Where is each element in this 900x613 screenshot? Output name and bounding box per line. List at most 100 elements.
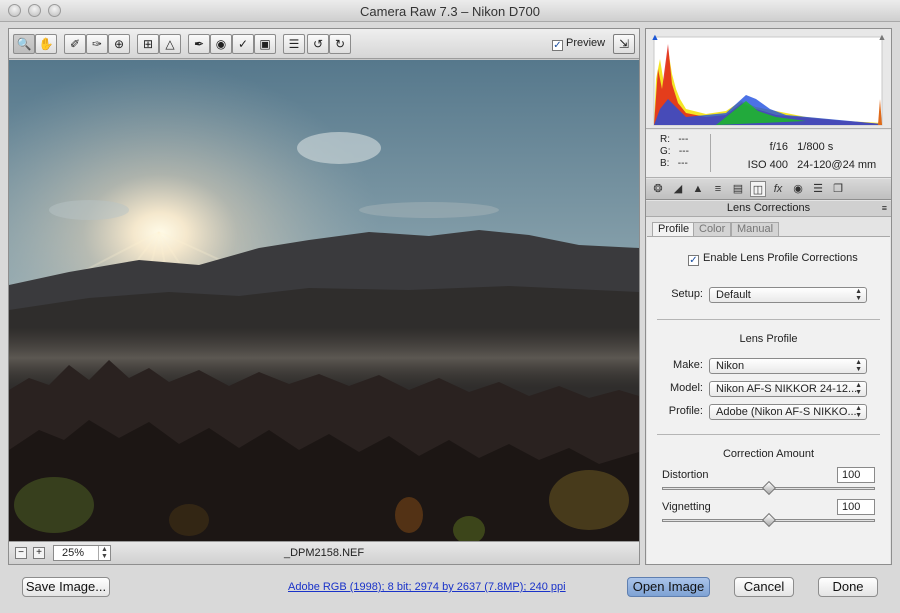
color-sampler-tool-icon[interactable]: ✑ [86, 34, 108, 54]
status-bar: − + 25% ▲ ▼ _DPM2158.NEF [9, 541, 639, 564]
main-area: 🔍 ✋ ✐ ✑ ⊕ ⊞ △ ✒ ◉ ✓ ▣ ☰ ↺ ↻ ✓Preview ⇲ [0, 22, 900, 613]
targeted-adjustment-tool-icon[interactable]: ⊕ [108, 34, 130, 54]
white-balance-tool-icon[interactable]: ✐ [64, 34, 86, 54]
save-image-button[interactable]: Save Image... [22, 577, 110, 597]
snapshots-icon[interactable]: ❐ [830, 181, 846, 197]
presets-icon[interactable]: ☰ [810, 181, 826, 197]
b-label: B: [660, 158, 670, 169]
make-label: Make: [673, 359, 703, 371]
adjustment-brush-tool-icon[interactable]: ✓ [232, 34, 254, 54]
panel-title: Lens Corrections [726, 202, 811, 214]
vignetting-input[interactable]: 100 [837, 499, 875, 515]
graduated-filter-tool-icon[interactable]: ▣ [254, 34, 276, 54]
cancel-button[interactable]: Cancel [734, 577, 794, 597]
camera-calibration-icon[interactable]: ◉ [790, 181, 806, 197]
profile-value: Adobe (Nikon AF-S NIKKO... [716, 406, 857, 418]
setup-select[interactable]: Default ▲ ▼ [709, 287, 867, 303]
tone-curve-icon[interactable]: ◢ [670, 181, 686, 197]
readout-info: R: --- G: --- B: --- f/16 1/800 s ISO 40… [646, 130, 891, 178]
setup-value: Default [716, 289, 751, 301]
distortion-slider-thumb[interactable] [761, 480, 777, 496]
model-select[interactable]: Nikon AF-S NIKKOR 24-12... ▲ ▼ [709, 381, 867, 397]
enable-profile-label: Enable Lens Profile Corrections [703, 252, 858, 264]
window-title: Camera Raw 7.3 – Nikon D700 [360, 4, 540, 19]
shadow-clipping-warning-icon[interactable]: ▲ [648, 31, 662, 43]
zoom-in-button[interactable]: + [33, 547, 45, 559]
profile-select[interactable]: Adobe (Nikon AF-S NIKKO... ▲ ▼ [709, 404, 867, 420]
red-eye-removal-tool-icon[interactable]: ◉ [210, 34, 232, 54]
separator [657, 434, 880, 435]
tab-color[interactable]: Color [693, 222, 732, 237]
lens-corrections-icon[interactable]: ◫ [750, 181, 766, 197]
updown-arrows-icon: ▲ ▼ [855, 405, 862, 419]
zoom-level-value: 25% [62, 547, 85, 559]
model-value: Nikon AF-S NIKKOR 24-12... [716, 383, 858, 395]
zoom-out-button[interactable]: − [15, 547, 27, 559]
effects-fx-icon[interactable]: fx [770, 181, 786, 197]
fullscreen-icon[interactable]: ⇲ [613, 34, 635, 54]
enable-profile-checkbox[interactable]: ✓ Enable Lens Profile Corrections [688, 252, 858, 266]
g-label: G: [660, 146, 671, 157]
g-value: --- [678, 146, 689, 157]
image-area: 🔍 ✋ ✐ ✑ ⊕ ⊞ △ ✒ ◉ ✓ ▣ ☰ ↺ ↻ ✓Preview ⇲ [8, 28, 640, 565]
preferences-list-icon[interactable]: ☰ [283, 34, 305, 54]
checkbox-check-icon: ✓ [552, 40, 563, 51]
distortion-input[interactable]: 100 [837, 467, 875, 483]
hsl-icon[interactable]: ≡ [710, 181, 726, 197]
separator [657, 319, 880, 320]
spot-removal-tool-icon[interactable]: ✒ [188, 34, 210, 54]
histogram: ▲ ▲ [646, 29, 891, 129]
basic-panel-icon[interactable]: ❂ [650, 181, 666, 197]
preview-checkbox[interactable]: ✓ Preview [552, 37, 605, 51]
rotate-cw-icon[interactable]: ↻ [329, 34, 351, 54]
tab-profile[interactable]: Profile [652, 222, 696, 237]
split-toning-icon[interactable]: ▤ [730, 181, 746, 197]
highlight-clipping-warning-icon[interactable]: ▲ [875, 31, 889, 43]
info-divider [710, 134, 711, 172]
r-label: R: [660, 134, 670, 145]
landscape-photo [9, 60, 639, 541]
panel-tabs: ❂ ◢ ▲ ≡ ▤ ◫ fx ◉ ☰ ❐ [646, 179, 891, 200]
rotate-ccw-icon[interactable]: ↺ [307, 34, 329, 54]
filename-label: _DPM2158.NEF [284, 547, 365, 559]
iso-value: ISO 400 [747, 159, 788, 171]
correction-amount-heading: Correction Amount [722, 448, 815, 460]
zoom-level-select[interactable]: 25% ▲ ▼ [53, 545, 111, 561]
shutter-value: 1/800 s [797, 141, 834, 153]
detail-icon[interactable]: ▲ [690, 181, 706, 197]
panel-menu-icon[interactable]: ≡ [882, 201, 887, 216]
make-select[interactable]: Nikon ▲ ▼ [709, 358, 867, 374]
profile-tab-content: ✓ Enable Lens Profile Corrections Setup: … [647, 236, 890, 564]
checkbox-check-icon: ✓ [688, 255, 699, 266]
straighten-tool-icon[interactable]: △ [159, 34, 181, 54]
preview-label: Preview [566, 37, 606, 49]
b-value: --- [677, 158, 688, 169]
image-preview[interactable] [9, 60, 639, 541]
crop-tool-icon[interactable]: ⊞ [137, 34, 159, 54]
aperture-value: f/16 [769, 141, 788, 153]
title-bar: Camera Raw 7.3 – Nikon D700 [0, 0, 900, 22]
updown-arrows-icon: ▲ ▼ [855, 288, 862, 302]
profile-label: Profile: [668, 405, 703, 417]
exif-info: f/16 1/800 s ISO 400 24-120@24 mm [732, 138, 877, 174]
vignetting-label: Vignetting [662, 501, 711, 513]
lens-value: 24-120@24 mm [797, 159, 877, 171]
updown-arrows-icon: ▲ ▼ [855, 382, 862, 396]
open-image-button[interactable]: Open Image [627, 577, 710, 597]
rgb-readout: R: --- G: --- B: --- [660, 134, 689, 170]
done-button[interactable]: Done [818, 577, 878, 597]
tool-bar: 🔍 ✋ ✐ ✑ ⊕ ⊞ △ ✒ ◉ ✓ ▣ ☰ ↺ ↻ ✓ Preview ⇲ [9, 29, 639, 59]
updown-arrows-icon: ▲ ▼ [855, 359, 862, 373]
panel-title-bar: Lens Corrections ≡ [646, 201, 891, 217]
r-value: --- [678, 134, 689, 145]
zoom-tool-icon[interactable]: 🔍 [13, 34, 35, 54]
setup-label: Setup: [671, 288, 703, 300]
make-value: Nikon [716, 360, 745, 372]
workflow-options-link[interactable]: Adobe RGB (1998); 8 bit; 2974 by 2637 (7… [288, 581, 566, 593]
histogram-graph [653, 36, 883, 126]
adjustments-panel: ▲ ▲ R: --- G: --- B: --- f/16 1/800 s IS… [645, 28, 892, 565]
tab-manual[interactable]: Manual [731, 222, 780, 237]
vignetting-slider-thumb[interactable] [761, 512, 777, 528]
model-label: Model: [669, 382, 703, 394]
hand-tool-icon[interactable]: ✋ [35, 34, 57, 54]
